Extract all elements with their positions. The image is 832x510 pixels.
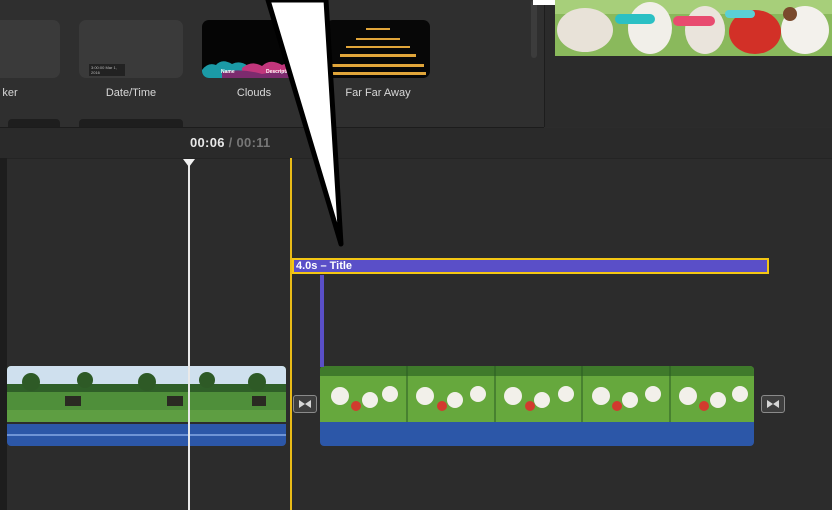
skimmer-line [290, 158, 292, 510]
audio-waveform [7, 424, 286, 446]
timeline-left-edge [0, 158, 7, 510]
titles-browser: ker 3:00:00 Mar 1, 2016 Date/Time Name D… [0, 0, 544, 128]
far-far-away-thumbnail [330, 28, 426, 75]
title-tile-datetime-label: Date/Time [105, 87, 157, 99]
kids-filmstrip [320, 366, 754, 422]
current-time: 00:06 [190, 135, 225, 150]
timecode-separator: / [228, 135, 233, 150]
video-clip-landscape[interactable] [7, 366, 286, 446]
transition-button[interactable] [761, 395, 785, 413]
datetime-thumb-text: 3:00:00 Mar 1, 2016 [89, 64, 125, 76]
landscape-filmstrip [7, 366, 286, 422]
title-tile-far-far-away-label: Far Far Away [345, 87, 411, 99]
playhead[interactable] [188, 164, 190, 510]
title-tile-clouds[interactable]: Name Description [202, 20, 306, 78]
transition-icon [299, 400, 311, 408]
timeline[interactable] [0, 128, 832, 510]
clouds-thumb-name: Name [221, 69, 235, 75]
total-duration: 00:11 [236, 135, 271, 150]
timeline-header [0, 128, 832, 159]
audio-track-kids [320, 422, 754, 446]
playhead-marker-icon[interactable] [183, 159, 195, 167]
title-tile-datetime[interactable]: 3:00:00 Mar 1, 2016 [79, 20, 183, 78]
title-tile-partial-label: ker [2, 87, 18, 99]
transition-icon [767, 400, 779, 408]
clouds-thumb-description: Description [266, 69, 294, 75]
tile-row-below [8, 119, 60, 127]
title-clip[interactable]: 4.0s – Title [292, 258, 769, 274]
title-tile-partial[interactable] [0, 20, 60, 78]
video-clip-kids[interactable] [320, 366, 754, 446]
browser-scrollbar[interactable] [531, 0, 537, 58]
viewer-preview-image [555, 0, 832, 56]
timecode-display: 00:06 / 00:11 [190, 135, 271, 150]
title-connector [320, 275, 324, 367]
title-tile-clouds-label: Clouds [236, 87, 272, 99]
transition-button[interactable] [293, 395, 317, 413]
title-tile-far-far-away[interactable] [326, 20, 430, 78]
imovie-window: ker 3:00:00 Mar 1, 2016 Date/Time Name D… [0, 0, 832, 510]
tile-row-below [79, 119, 183, 127]
